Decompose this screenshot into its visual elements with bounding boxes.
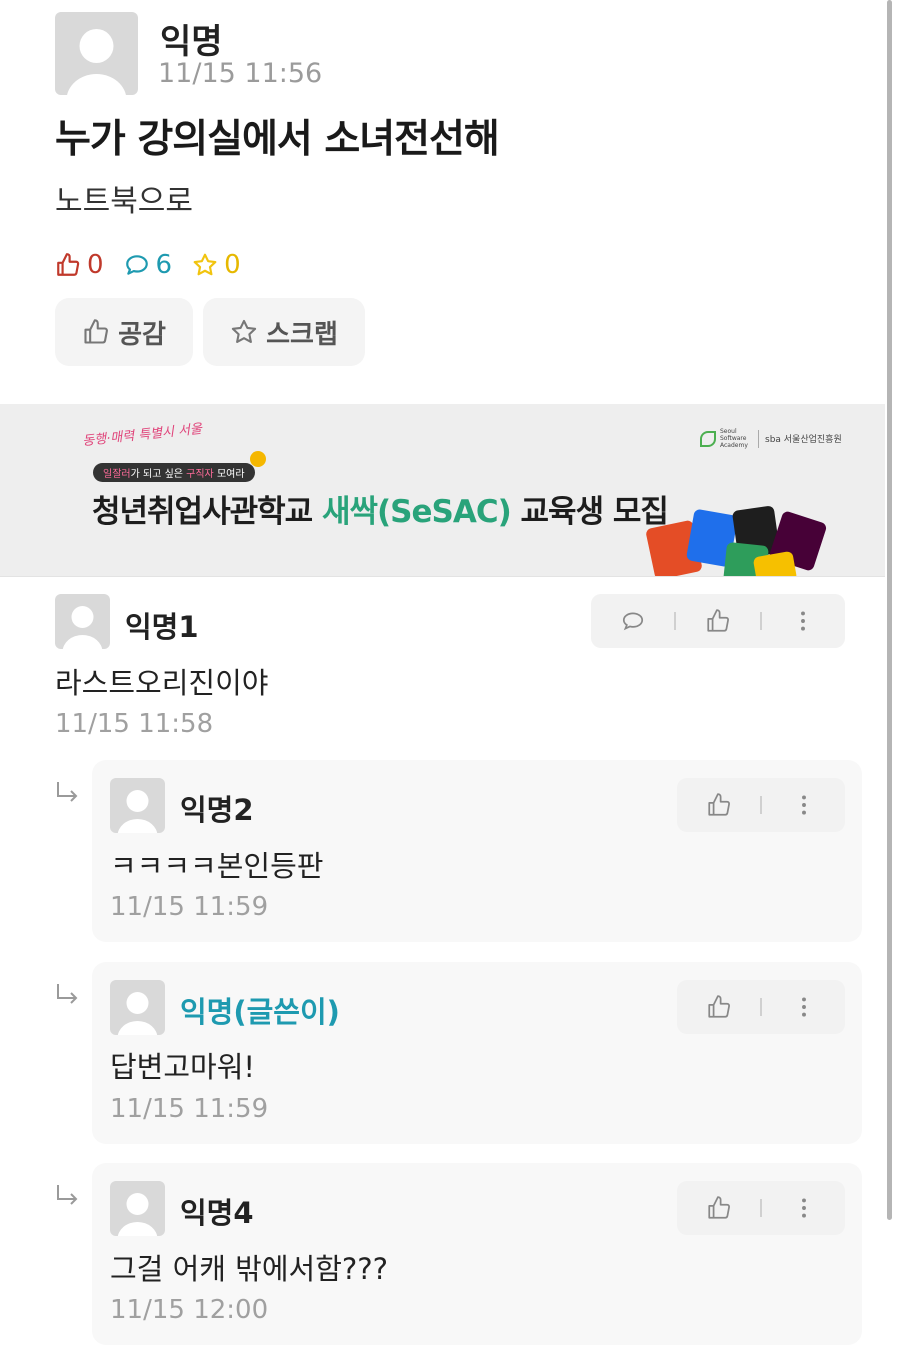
action-divider	[674, 612, 677, 630]
action-divider	[760, 796, 762, 814]
avatar-icon	[117, 1193, 158, 1236]
avatar-icon	[117, 790, 158, 833]
like-count: 0	[55, 250, 104, 280]
banner-headline: 청년취업사관학교 새싹(SeSAC) 교육생 모집	[92, 486, 669, 531]
reply-comment-icon[interactable]	[620, 608, 646, 634]
sponsor-name: sba 서울산업진흥원	[765, 435, 842, 445]
comment-text: 답변고마워!	[110, 1050, 256, 1084]
comment-author: 익명1	[125, 610, 199, 644]
comment-count-value: 6	[155, 250, 173, 280]
banner-tag-text: 가 되고 싶은	[130, 469, 187, 480]
more-vertical-icon[interactable]	[791, 1195, 817, 1221]
post-author: 익명	[160, 22, 223, 62]
thumbs-up-icon	[84, 319, 109, 344]
more-vertical-icon[interactable]	[791, 792, 817, 818]
banner-headline-text-2: 교육생 모집	[510, 494, 669, 530]
author-avatar	[55, 12, 138, 95]
scrap-count-value: 0	[224, 250, 241, 280]
scrap-button[interactable]: 스크랩	[203, 298, 365, 366]
banner-bottom-line	[0, 576, 885, 577]
post-stats: 0 6 0	[55, 250, 261, 280]
emoji-icon	[250, 451, 266, 467]
banner-tag-text-2: 모여라	[213, 469, 245, 480]
comment-time: 11/15 11:59	[110, 892, 269, 922]
comment-author-op: 익명(글쓴이)	[180, 995, 340, 1029]
more-vertical-icon[interactable]	[791, 994, 817, 1020]
banner-tag: 일잘러가 되고 싶은 구직자 모여라	[93, 463, 255, 482]
comment-text: 그걸 어캐 밖에서함???	[110, 1252, 389, 1286]
thumbs-up-icon[interactable]	[706, 792, 732, 818]
reply-arrow-icon	[57, 1185, 78, 1205]
thumbs-up-icon[interactable]	[705, 608, 731, 634]
like-button-label: 공감	[118, 319, 166, 350]
comment-actions	[677, 980, 845, 1034]
comment-time: 11/15 11:58	[55, 709, 214, 739]
comment-text: 라스트오리진이야	[55, 666, 269, 700]
star-icon	[193, 253, 217, 276]
action-divider	[759, 612, 762, 630]
scrap-count: 0	[192, 250, 241, 280]
comment-author: 익명2	[180, 793, 254, 827]
scrollbar[interactable]	[887, 0, 892, 1220]
sponsor-divider	[758, 429, 759, 448]
comment-avatar	[55, 594, 110, 649]
leaf-icon	[700, 430, 716, 447]
action-divider	[760, 1199, 762, 1217]
comment-author: 익명4	[180, 1196, 254, 1230]
like-count-value: 0	[87, 250, 104, 280]
like-button[interactable]: 공감	[55, 298, 193, 366]
comment-avatar	[110, 1181, 165, 1236]
comment-text: ㅋㅋㅋㅋ본인등판	[110, 849, 324, 883]
reply-arrow-icon	[57, 984, 78, 1004]
comment-actions	[591, 594, 845, 648]
avatar-icon	[117, 992, 158, 1035]
reply-arrow-icon	[57, 782, 78, 802]
avatar-icon	[67, 29, 126, 95]
seoul-logo: 동행·매력 특별시 서울	[81, 421, 203, 450]
thumbs-up-icon[interactable]	[706, 1195, 732, 1221]
scrap-button-label: 스크랩	[266, 319, 338, 350]
comment-time: 11/15 12:00	[110, 1295, 269, 1325]
avatar-icon	[62, 606, 103, 649]
post-time: 11/15 11:56	[158, 58, 323, 89]
comment-actions	[677, 1181, 845, 1235]
comment-count: 6	[124, 250, 173, 280]
banner-headline-text: 청년취업사관학교	[92, 494, 322, 530]
more-vertical-icon[interactable]	[790, 608, 816, 634]
post-title: 누가 강의실에서 소녀전선해	[55, 117, 500, 162]
banner-headline-highlight: 새싹(SeSAC)	[321, 494, 512, 530]
ad-banner[interactable]: 동행·매력 특별시 서울 일잘러가 되고 싶은 구직자 모여라 청년취업사관학교…	[0, 404, 885, 576]
comment-time: 11/15 11:59	[110, 1094, 269, 1124]
star-icon	[231, 319, 257, 343]
action-divider	[760, 998, 762, 1016]
banner-tag-highlight: 일잘러	[103, 469, 131, 480]
sba-logo: Seoul Software Academy sba 서울산업진흥원	[700, 428, 842, 449]
comment-avatar	[110, 778, 165, 833]
thumbs-up-icon	[57, 253, 80, 276]
comment-actions	[677, 778, 845, 832]
banner-tag-highlight-2: 구직자	[186, 469, 214, 480]
comment-icon	[125, 255, 148, 275]
comment-avatar	[110, 980, 165, 1035]
post-body: 노트북으로	[55, 184, 193, 219]
thumbs-up-icon[interactable]	[706, 994, 732, 1020]
sponsor-small: Seoul Software Academy	[720, 428, 748, 449]
